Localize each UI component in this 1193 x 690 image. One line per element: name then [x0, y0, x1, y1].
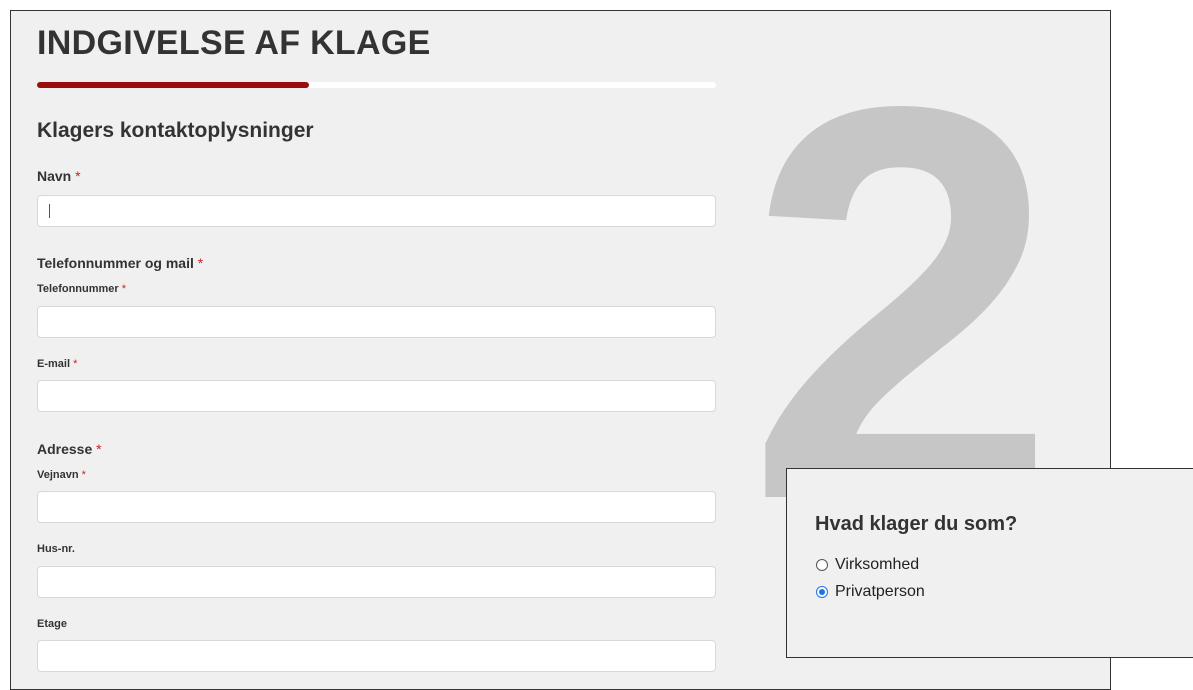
navn-label: Navn *	[37, 168, 81, 184]
complainant-type-popup: Hvad klager du som? Virksomhed Privatper…	[786, 468, 1193, 658]
radio-unchecked-icon[interactable]	[816, 559, 828, 571]
email-input[interactable]	[37, 380, 716, 412]
radio-option-label: Privatperson	[835, 583, 925, 600]
telefon-label: Telefonnummer *	[37, 283, 126, 295]
address-group-label: Adresse *	[37, 441, 102, 457]
contact-group-label-text: Telefonnummer og mail	[37, 255, 194, 271]
etage-input[interactable]	[37, 640, 716, 672]
husnr-input[interactable]	[37, 566, 716, 598]
complainant-type-question: Hvad klager du som?	[815, 513, 1018, 535]
email-label: E-mail *	[37, 358, 77, 370]
address-group-label-text: Adresse	[37, 441, 93, 457]
radio-option-virksomhed[interactable]: Virksomhed	[816, 555, 919, 575]
husnr-label-text: Hus-nr.	[37, 543, 75, 555]
etage-label-text: Etage	[37, 618, 67, 630]
etage-label: Etage	[37, 618, 67, 630]
telefon-label-text: Telefonnummer	[37, 283, 119, 295]
required-marker: *	[75, 168, 81, 184]
text-caret	[49, 204, 50, 218]
required-marker: *	[121, 283, 127, 295]
section-title: Klagers kontaktoplysninger	[37, 119, 314, 142]
telefon-input[interactable]	[37, 306, 716, 338]
husnr-label: Hus-nr.	[37, 543, 75, 555]
progress-bar-fill	[37, 82, 309, 88]
required-marker: *	[96, 441, 102, 457]
required-marker: *	[197, 255, 204, 271]
required-marker: *	[81, 469, 86, 481]
vejnavn-input[interactable]	[37, 491, 716, 523]
radio-checked-icon[interactable]	[816, 586, 828, 598]
required-marker: *	[73, 358, 78, 370]
radio-option-label: Virksomhed	[835, 556, 920, 573]
email-label-text: E-mail	[37, 358, 71, 370]
contact-group-label: Telefonnummer og mail *	[37, 255, 203, 271]
progress-bar	[37, 82, 716, 88]
page-title: INDGIVELSE AF KLAGE	[37, 24, 431, 62]
vejnavn-label: Vejnavn *	[37, 469, 86, 481]
vejnavn-label-text: Vejnavn	[37, 469, 79, 481]
navn-input[interactable]	[37, 195, 716, 227]
radio-option-privatperson[interactable]: Privatperson	[816, 582, 925, 602]
navn-label-text: Navn	[37, 168, 72, 184]
